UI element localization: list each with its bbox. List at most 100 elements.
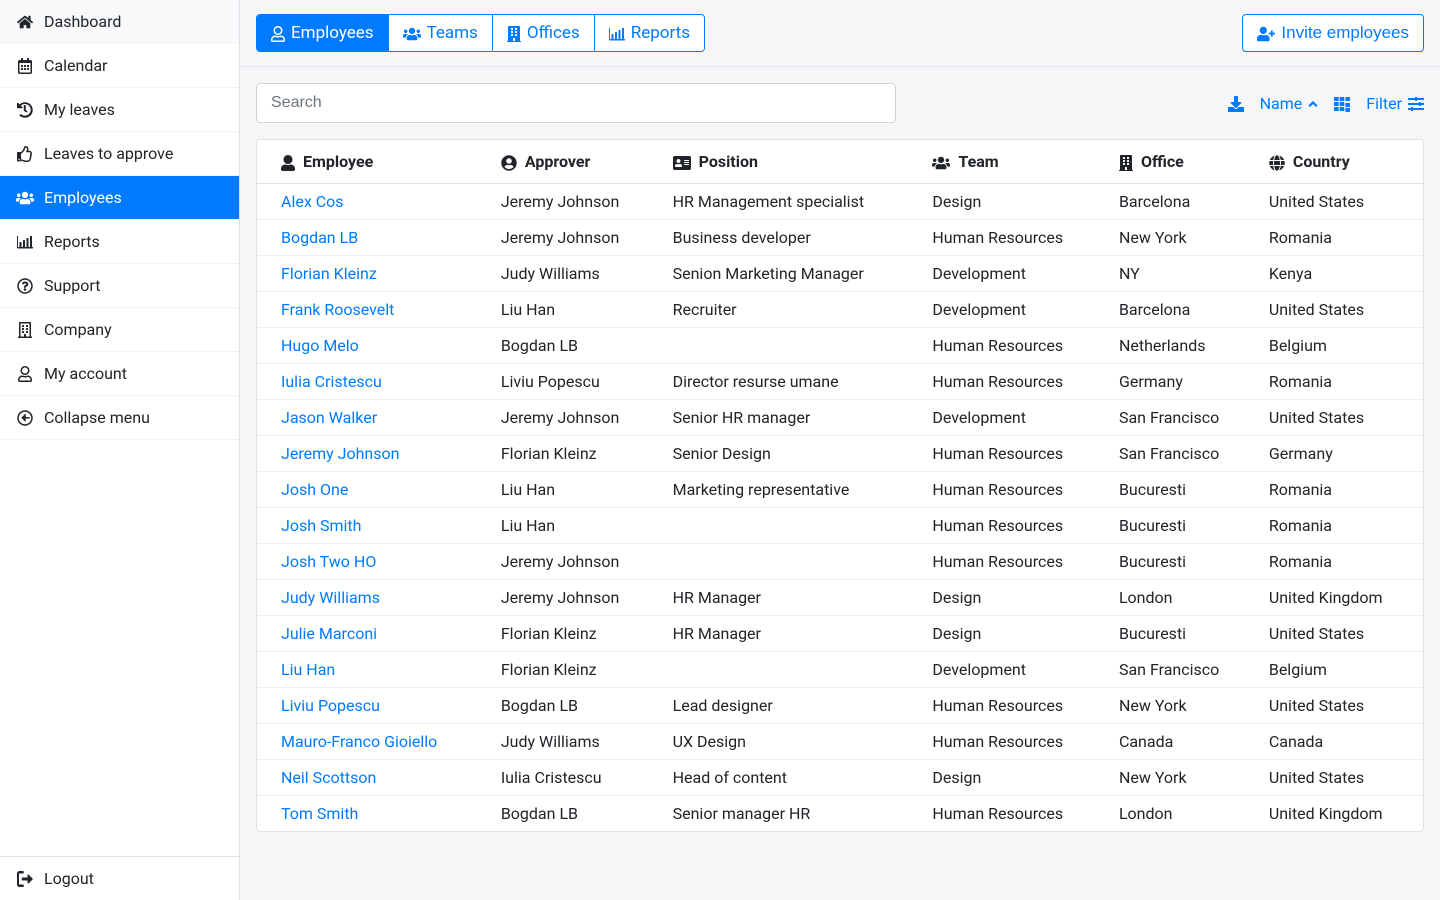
th-employee[interactable]: Employee <box>257 140 489 184</box>
cell-office: Bucuresti <box>1107 508 1257 544</box>
sidebar-item-leaves-to-approve[interactable]: Leaves to approve <box>0 132 239 176</box>
table-row: Judy WilliamsJeremy JohnsonHR ManagerDes… <box>257 580 1423 616</box>
table-row: Jason WalkerJeremy JohnsonSenior HR mana… <box>257 400 1423 436</box>
sidebar-item-calendar[interactable]: Calendar <box>0 44 239 88</box>
employee-link[interactable]: Julie Marconi <box>281 624 377 643</box>
employee-link[interactable]: Neil Scottson <box>281 768 376 787</box>
cell-office: New York <box>1107 220 1257 256</box>
cell-team: Human Resources <box>920 220 1107 256</box>
download-button[interactable] <box>1228 94 1244 113</box>
cell-office: San Francisco <box>1107 400 1257 436</box>
employee-link[interactable]: Josh Two HO <box>281 552 376 571</box>
employee-link[interactable]: Liu Han <box>281 660 335 679</box>
cell-office: London <box>1107 796 1257 832</box>
cell-approver: Iulia Cristescu <box>489 760 661 796</box>
employee-link[interactable]: Alex Cos <box>281 192 344 211</box>
grid-view-button[interactable] <box>1334 94 1350 113</box>
logout-icon <box>16 871 34 887</box>
cell-office: San Francisco <box>1107 652 1257 688</box>
id-card-icon <box>673 152 691 171</box>
search-input[interactable] <box>256 83 896 123</box>
employee-link[interactable]: Josh One <box>281 480 348 499</box>
cell-team: Design <box>920 760 1107 796</box>
sidebar-item-employees[interactable]: Employees <box>0 176 239 220</box>
cell-position: Senion Marketing Manager <box>661 256 921 292</box>
cell-approver: Liu Han <box>489 472 661 508</box>
cell-approver: Jeremy Johnson <box>489 400 661 436</box>
th-office[interactable]: Office <box>1107 140 1257 184</box>
filter-button[interactable]: Filter <box>1366 94 1424 113</box>
sidebar-item-support[interactable]: Support <box>0 264 239 308</box>
tab-teams[interactable]: Teams <box>389 15 493 51</box>
employee-link[interactable]: Jason Walker <box>281 408 377 427</box>
sidebar-item-my-account[interactable]: My account <box>0 352 239 396</box>
employee-link[interactable]: Tom Smith <box>281 804 358 823</box>
user-circle-icon <box>501 152 517 171</box>
cell-approver: Bogdan LB <box>489 688 661 724</box>
invite-employees-button[interactable]: Invite employees <box>1242 14 1424 52</box>
employee-link[interactable]: Josh Smith <box>281 516 361 535</box>
table-row: Julie MarconiFlorian KleinzHR ManagerDes… <box>257 616 1423 652</box>
cell-country: Romania <box>1257 364 1423 400</box>
history-icon <box>16 102 34 118</box>
table-row: Jeremy JohnsonFlorian KleinzSenior Desig… <box>257 436 1423 472</box>
employee-link[interactable]: Florian Kleinz <box>281 264 377 283</box>
employee-link[interactable]: Liviu Popescu <box>281 696 380 715</box>
chart-bar-icon <box>16 234 34 250</box>
cell-team: Development <box>920 292 1107 328</box>
cell-country: Canada <box>1257 724 1423 760</box>
building-icon <box>1119 152 1133 171</box>
users-icon <box>16 190 34 206</box>
employee-link[interactable]: Judy Williams <box>281 588 380 607</box>
cell-approver: Florian Kleinz <box>489 652 661 688</box>
th-approver[interactable]: Approver <box>489 140 661 184</box>
sidebar-item-company[interactable]: Company <box>0 308 239 352</box>
employee-link[interactable]: Bogdan LB <box>281 228 358 247</box>
th-team[interactable]: Team <box>920 140 1107 184</box>
employee-link[interactable]: Mauro-Franco Gioiello <box>281 732 437 751</box>
sidebar-item-dashboard[interactable]: Dashboard <box>0 0 239 44</box>
cell-position: Director resurse umane <box>661 364 921 400</box>
cell-country: Germany <box>1257 436 1423 472</box>
tab-employees[interactable]: Employees <box>257 15 389 51</box>
sort-name-button[interactable]: Name <box>1260 94 1319 113</box>
building-icon <box>16 322 34 338</box>
table-row: Iulia CristescuLiviu PopescuDirector res… <box>257 364 1423 400</box>
employee-link[interactable]: Iulia Cristescu <box>281 372 382 391</box>
sidebar-item-logout[interactable]: Logout <box>0 857 239 900</box>
cell-position: UX Design <box>661 724 921 760</box>
calendar-icon <box>16 58 34 74</box>
sidebar-item-label: Logout <box>44 869 94 888</box>
tab-reports[interactable]: Reports <box>595 15 704 51</box>
sidebar-item-reports[interactable]: Reports <box>0 220 239 264</box>
cell-office: Bucuresti <box>1107 544 1257 580</box>
th-position[interactable]: Position <box>661 140 921 184</box>
cell-approver: Bogdan LB <box>489 328 661 364</box>
download-icon <box>1228 94 1244 113</box>
sidebar-item-my-leaves[interactable]: My leaves <box>0 88 239 132</box>
cell-position: Head of content <box>661 760 921 796</box>
cell-country: Kenya <box>1257 256 1423 292</box>
cell-approver: Bogdan LB <box>489 796 661 832</box>
cell-approver: Jeremy Johnson <box>489 580 661 616</box>
table-row: Josh Two HOJeremy JohnsonHuman Resources… <box>257 544 1423 580</box>
table-row: Frank RooseveltLiu HanRecruiterDevelopme… <box>257 292 1423 328</box>
user-icon <box>281 152 295 171</box>
building-icon <box>507 23 521 43</box>
sidebar-item-collapse-menu[interactable]: Collapse menu <box>0 396 239 440</box>
tab-offices[interactable]: Offices <box>493 15 595 51</box>
sort-label: Name <box>1260 94 1303 113</box>
th-country[interactable]: Country <box>1257 140 1423 184</box>
th-label: Team <box>958 152 998 171</box>
cell-approver: Liu Han <box>489 508 661 544</box>
table-row: Mauro-Franco GioielloJudy WilliamsUX Des… <box>257 724 1423 760</box>
th-label: Position <box>699 152 758 171</box>
cell-office: London <box>1107 580 1257 616</box>
user-icon <box>271 23 285 43</box>
home-icon <box>16 14 34 30</box>
employee-link[interactable]: Frank Roosevelt <box>281 300 394 319</box>
employee-link[interactable]: Hugo Melo <box>281 336 359 355</box>
cell-country: United States <box>1257 688 1423 724</box>
table-row: Josh OneLiu HanMarketing representativeH… <box>257 472 1423 508</box>
employee-link[interactable]: Jeremy Johnson <box>281 444 399 463</box>
